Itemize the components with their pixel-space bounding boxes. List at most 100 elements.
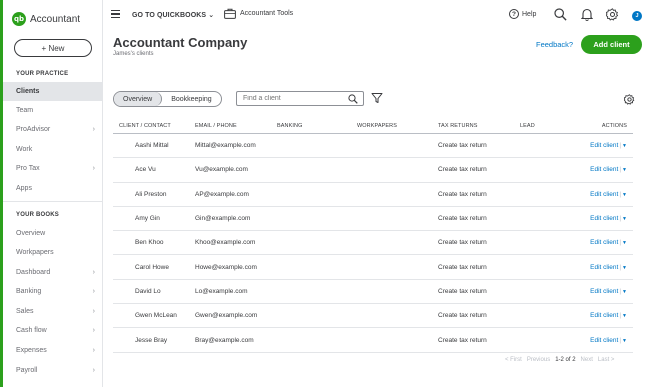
sidebar-item-dashboard[interactable]: Dashboard › (3, 263, 103, 282)
pager-next[interactable]: Next (581, 357, 593, 363)
sidebar-item-pro-tax[interactable]: Pro Tax › (3, 159, 103, 178)
sidebar-item-cash-flow[interactable]: Cash flow › (3, 321, 103, 340)
table-row[interactable]: Ali Preston AP@example.com Create tax re… (113, 183, 633, 207)
client-name[interactable]: Aashi Mittal (113, 142, 195, 149)
edit-client-link[interactable]: Edit client (590, 239, 618, 246)
menu-icon[interactable] (111, 10, 120, 18)
brand[interactable]: qb Accountant (12, 11, 80, 27)
table-row[interactable]: Carol Howe Howe@example.com Create tax r… (113, 255, 633, 280)
client-name[interactable]: Ben Khoo (113, 239, 195, 246)
edit-client-action[interactable]: Edit client|▼ (570, 337, 633, 344)
go-to-quickbooks-menu[interactable]: GO TO QUICKBOOKS ⌄ (132, 11, 214, 19)
caret-down-icon[interactable]: ▼ (622, 240, 627, 246)
create-tax-return-link[interactable]: Create tax return (438, 191, 520, 198)
client-name[interactable]: Gwen McLean (113, 312, 195, 319)
column-header-tax-returns[interactable]: TAX RETURNS (438, 123, 520, 129)
edit-client-link[interactable]: Edit client (590, 142, 618, 149)
gear-icon[interactable] (606, 8, 619, 21)
create-tax-return-link[interactable]: Create tax return (438, 142, 520, 149)
edit-client-action[interactable]: Edit client|▼ (570, 215, 633, 222)
accountant-tools-button[interactable]: Accountant Tools (224, 8, 293, 19)
chevron-right-icon: › (92, 308, 95, 315)
sidebar-item-payroll[interactable]: Payroll › (3, 361, 103, 380)
avatar[interactable]: J (632, 11, 642, 21)
edit-client-action[interactable]: Edit client|▼ (570, 191, 633, 198)
feedback-link[interactable]: Feedback? (536, 40, 573, 49)
table-row[interactable]: Ace Vu Vu@example.com Create tax return … (113, 158, 633, 183)
sidebar-item-work[interactable]: Work (3, 140, 103, 159)
sidebar-item-sales[interactable]: Sales › (3, 302, 103, 321)
caret-down-icon[interactable]: ▼ (622, 289, 627, 295)
client-name[interactable]: Jesse Bray (113, 337, 195, 344)
caret-down-icon[interactable]: ▼ (622, 265, 627, 271)
search-icon[interactable] (554, 8, 567, 21)
edit-client-link[interactable]: Edit client (590, 288, 618, 295)
edit-client-action[interactable]: Edit client|▼ (570, 142, 633, 149)
table-row[interactable]: Aashi Mittal Mittal@example.com Create t… (113, 134, 633, 159)
search-icon[interactable] (348, 94, 358, 104)
caret-down-icon[interactable]: ▼ (622, 338, 627, 344)
caret-down-icon[interactable]: ▼ (622, 167, 627, 173)
edit-client-action[interactable]: Edit client|▼ (570, 312, 633, 319)
edit-client-action[interactable]: Edit client|▼ (570, 166, 633, 173)
create-tax-return-link[interactable]: Create tax return (438, 239, 520, 246)
table-row[interactable]: David Lo Lo@example.com Create tax retur… (113, 280, 633, 305)
table-row[interactable]: Gwen McLean Gwen@example.com Create tax … (113, 304, 633, 329)
create-tax-return-link[interactable]: Create tax return (438, 312, 520, 319)
table-row[interactable]: Ben Khoo Khoo@example.com Create tax ret… (113, 231, 633, 256)
edit-client-link[interactable]: Edit client (590, 191, 618, 198)
gear-icon[interactable] (624, 94, 635, 105)
help-button[interactable]: ? Help (509, 9, 536, 19)
edit-client-link[interactable]: Edit client (590, 337, 618, 344)
caret-down-icon[interactable]: ▼ (622, 192, 627, 198)
sidebar-item-label: Expenses (16, 347, 47, 354)
column-header-lead[interactable]: LEAD (520, 123, 570, 129)
new-button[interactable]: + New (14, 39, 92, 57)
column-header-workpapers[interactable]: WORKPAPERS (357, 123, 438, 129)
table-row[interactable]: Amy Gin Gin@example.com Create tax retur… (113, 207, 633, 232)
column-header-client[interactable]: CLIENT / CONTACT (113, 123, 195, 129)
column-header-email[interactable]: EMAIL / PHONE (195, 123, 277, 129)
tab-overview[interactable]: Overview (114, 92, 163, 106)
client-name[interactable]: Ace Vu (113, 166, 195, 173)
sidebar-item-workpapers[interactable]: Workpapers (3, 243, 103, 262)
table-row[interactable]: Jesse Bray Bray@example.com Create tax r… (113, 328, 633, 353)
pager-last[interactable]: Last > (598, 357, 615, 363)
sidebar-item-proadvisor[interactable]: ProAdvisor › (3, 120, 103, 139)
caret-down-icon[interactable]: ▼ (622, 216, 627, 222)
client-name[interactable]: Ali Preston (113, 191, 195, 198)
edit-client-link[interactable]: Edit client (590, 215, 618, 222)
sidebar-item-label: Team (16, 107, 34, 114)
client-name[interactable]: David Lo (113, 288, 195, 295)
pager-first[interactable]: < First (505, 357, 522, 363)
edit-client-action[interactable]: Edit client|▼ (570, 264, 633, 271)
create-tax-return-link[interactable]: Create tax return (438, 337, 520, 344)
sidebar-item-banking[interactable]: Banking › (3, 282, 103, 301)
client-email: Howe@example.com (195, 263, 257, 271)
search-input[interactable] (243, 95, 343, 102)
sidebar-item-team[interactable]: Team (3, 101, 103, 120)
client-name[interactable]: Amy Gin (113, 215, 195, 222)
column-header-banking[interactable]: BANKING (277, 123, 357, 129)
sidebar-item-clients[interactable]: Clients (3, 82, 103, 101)
caret-down-icon[interactable]: ▼ (622, 313, 627, 319)
pager-previous[interactable]: Previous (527, 357, 550, 363)
edit-client-action[interactable]: Edit client|▼ (570, 288, 633, 295)
create-tax-return-link[interactable]: Create tax return (438, 288, 520, 295)
tab-bookkeeping[interactable]: Bookkeeping (162, 92, 220, 106)
sidebar-item-expenses[interactable]: Expenses › (3, 341, 103, 360)
sidebar-item-overview[interactable]: Overview (3, 224, 103, 243)
edit-client-action[interactable]: Edit client|▼ (570, 239, 633, 246)
filter-icon[interactable] (371, 92, 383, 104)
create-tax-return-link[interactable]: Create tax return (438, 264, 520, 271)
caret-down-icon[interactable]: ▼ (622, 143, 627, 149)
edit-client-link[interactable]: Edit client (590, 312, 618, 319)
bell-icon[interactable] (581, 8, 593, 21)
edit-client-link[interactable]: Edit client (590, 166, 618, 173)
create-tax-return-link[interactable]: Create tax return (438, 166, 520, 173)
client-name[interactable]: Carol Howe (113, 264, 195, 271)
create-tax-return-link[interactable]: Create tax return (438, 215, 520, 222)
sidebar-item-apps[interactable]: Apps (3, 179, 103, 198)
edit-client-link[interactable]: Edit client (590, 264, 618, 271)
add-client-button[interactable]: Add client (581, 35, 642, 54)
